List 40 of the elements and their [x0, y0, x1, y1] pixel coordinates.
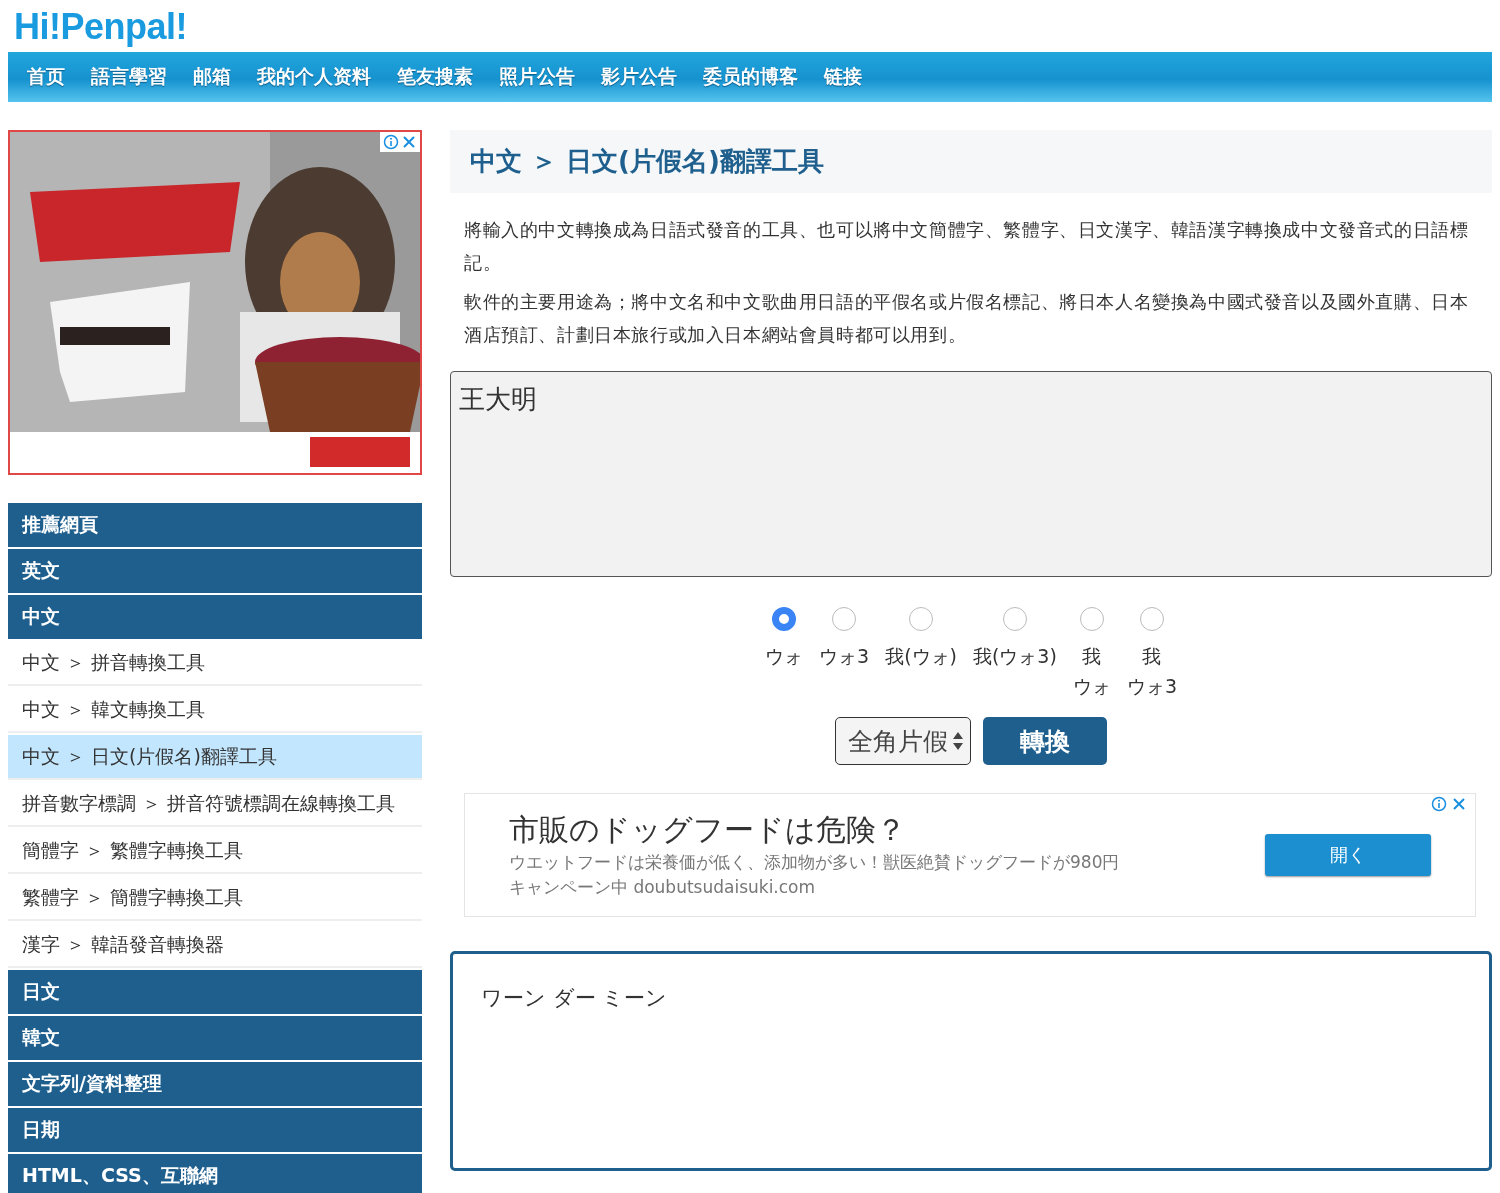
radio-label[interactable]: 我 [1142, 641, 1162, 671]
sidebar-category[interactable]: 推薦網頁 [8, 503, 422, 547]
output-text: ワーン ダー ミーン [481, 986, 668, 1010]
radio-label[interactable]: 我 [1082, 641, 1102, 671]
text-ad[interactable]: 市販のドッグフードは危険？ ウエットフードは栄養価が低く、添加物が多い！獣医絶賛ドッグフードが980円 キャンペーン中 doubutsudaisuki.com 開く [464, 793, 1476, 917]
radio-button[interactable] [909, 607, 934, 631]
close-icon[interactable] [401, 134, 417, 150]
description-text: 將輸入的中文轉換成為日語式發音的工具、也可以將中文簡體字、繁體字、日文漢字、韓語漢字轉換成中文發音式的日語標記。 [463, 218, 1470, 275]
sidebar-link[interactable]: 中文 ＞ 日文(片假名)翻譯工具 [8, 735, 422, 780]
sort-arrows-icon [952, 730, 964, 752]
open-button[interactable]: 開く [1265, 834, 1431, 876]
sidebar-category[interactable]: 中文 [8, 595, 422, 639]
radio-label[interactable]: ウォ3 [819, 641, 870, 671]
sidebar-category[interactable]: 日期 [8, 1108, 422, 1152]
info-icon[interactable] [1431, 796, 1447, 812]
radio-button[interactable] [1002, 607, 1027, 631]
radio-button[interactable] [1139, 607, 1164, 631]
input-field[interactable]: 王大明 [450, 371, 1492, 577]
description-text: 軟件的主要用途為；將中文名和中文歌曲用日語的平假名或片假名標記、將日本人名變換為中國式發音以及國外直購、日本酒店預訂、計劃日本旅行或加入日本網站會員時都可以用到。 [463, 290, 1470, 347]
sidebar-category[interactable]: 韓文 [8, 1016, 422, 1060]
radio-button[interactable] [832, 607, 857, 631]
radio-label[interactable]: 我(ウォ) [885, 641, 957, 671]
sidebar-category[interactable]: 文字列/資料整理 [8, 1062, 422, 1106]
sidebar-category[interactable]: 日文 [8, 970, 422, 1014]
ad-text: ウエットフードは栄養価が低く、添加物が多い！獣医絶賛ドッグフードが980円 [509, 851, 1120, 874]
page-title: 中文 ＞ 日文(片假名)翻譯工具 [450, 130, 1492, 193]
radio-label[interactable]: ウォ [1072, 671, 1111, 701]
radio-label[interactable]: ウォ3 [1126, 671, 1177, 701]
info-icon[interactable] [383, 134, 399, 150]
convert-button[interactable]: 轉換 [983, 717, 1107, 765]
sidebar-category[interactable]: HTML、CSS、互聯網 [8, 1154, 422, 1193]
radio-button[interactable] [1079, 607, 1104, 631]
close-icon[interactable] [1451, 796, 1467, 812]
radio-label[interactable]: 我(ウォ3) [972, 641, 1057, 671]
ad-source: キャンペーン中 doubutsudaisuki.com [509, 876, 816, 899]
radio-label[interactable]: ウォ [765, 641, 804, 671]
ad-headline: 市販のドッグフードは危険？ [509, 811, 906, 849]
radio-button[interactable] [772, 607, 797, 631]
sidebar-category[interactable]: 英文 [8, 549, 422, 593]
script-select[interactable]: 全角片假 [835, 717, 971, 765]
